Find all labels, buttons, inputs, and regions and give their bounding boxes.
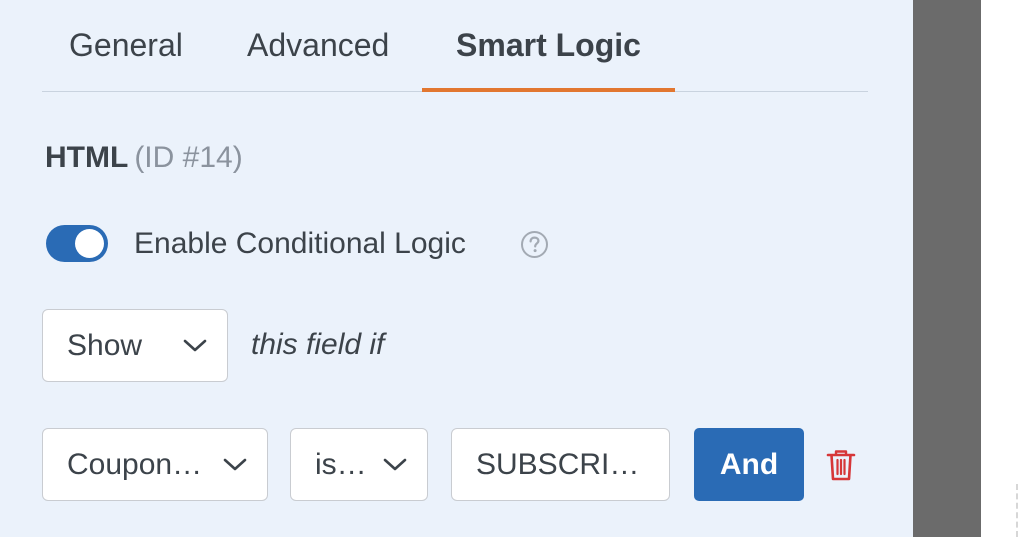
rule-operator-select[interactable]: is…	[290, 428, 428, 501]
tab-advanced[interactable]: Advanced	[247, 24, 389, 91]
rule-value-text: SUBSCRI…	[476, 447, 640, 481]
field-id: (ID #14)	[134, 141, 243, 174]
tab-smart-logic[interactable]: Smart Logic	[422, 24, 675, 92]
tab-general[interactable]: General	[69, 24, 183, 91]
form-preview	[981, 0, 1024, 537]
conditional-logic-label: Enable Conditional Logic	[134, 227, 466, 260]
rule-operator-value: is…	[315, 447, 367, 481]
rule-field-value: Coupon…	[67, 447, 203, 481]
toggle-knob	[75, 229, 104, 258]
chevron-down-icon	[383, 458, 407, 470]
and-button[interactable]: And	[694, 428, 804, 501]
rule-field-select[interactable]: Coupon…	[42, 428, 268, 501]
question-circle-icon[interactable]	[520, 230, 549, 259]
conditional-logic-toggle[interactable]	[46, 225, 108, 262]
tab-bar: General Advanced Smart Logic	[42, 0, 868, 92]
trash-icon[interactable]	[825, 448, 857, 482]
preview-field-edge	[1016, 484, 1024, 537]
panel-divider	[913, 0, 981, 537]
show-hide-select[interactable]: Show	[42, 309, 228, 382]
condition-suffix-text: this field if	[251, 328, 385, 361]
chevron-down-icon	[183, 339, 207, 351]
field-options-panel: General Advanced Smart Logic HTML (ID #14…	[0, 0, 913, 537]
field-name: HTML	[45, 141, 129, 174]
rule-value-input[interactable]: SUBSCRI…	[451, 428, 670, 501]
chevron-down-icon	[223, 458, 247, 470]
field-title: HTML (ID #14)	[45, 140, 243, 176]
show-hide-value: Show	[67, 328, 143, 362]
